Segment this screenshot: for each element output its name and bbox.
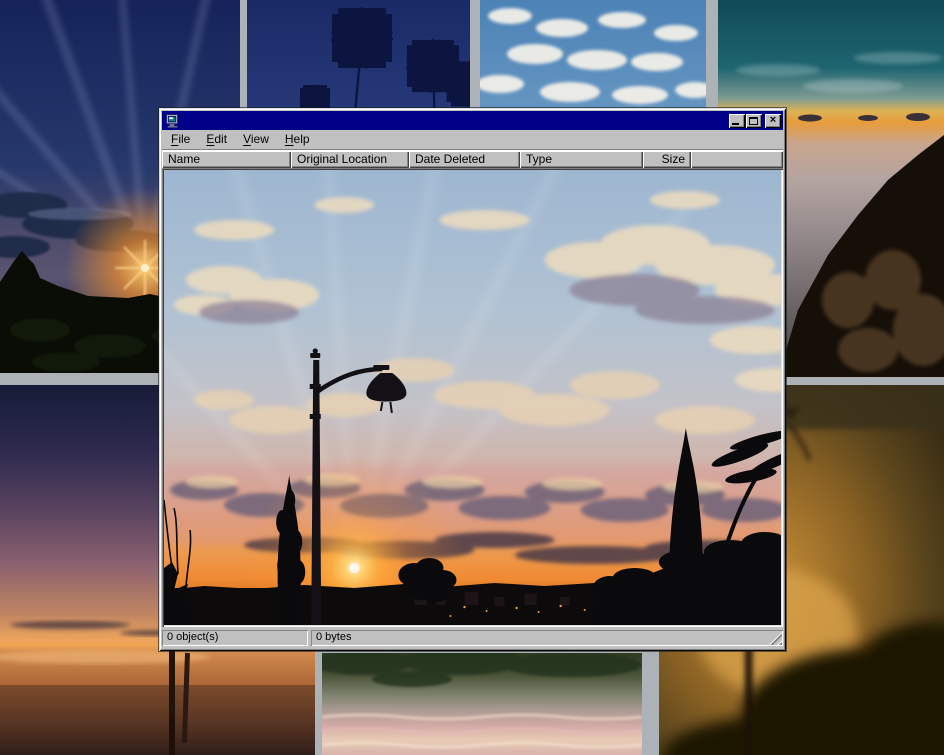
column-headers: Name Original Location Date Deleted Type… — [162, 151, 783, 168]
file-list-area[interactable] — [162, 168, 783, 627]
column-header-size[interactable]: Size — [643, 151, 691, 168]
status-bar: 0 object(s) 0 bytes — [162, 627, 783, 647]
status-byte-count: 0 bytes — [311, 630, 783, 646]
sunset-lamp-photo — [164, 170, 781, 625]
water-shadow — [0, 685, 315, 755]
status-object-count: 0 object(s) — [162, 630, 308, 646]
reflection-photo-art — [322, 653, 642, 755]
menu-bar: File Edit View Help — [162, 130, 783, 150]
title-bar[interactable]: × — [162, 111, 783, 130]
minimize-button[interactable] — [729, 114, 745, 128]
menu-file[interactable]: File — [163, 130, 198, 149]
column-header-name[interactable]: Name — [162, 151, 291, 168]
column-header-original-location[interactable]: Original Location — [291, 151, 409, 168]
maximize-button[interactable] — [746, 114, 762, 128]
resize-grip[interactable] — [769, 632, 782, 645]
minimize-icon — [732, 123, 739, 125]
computer-icon — [165, 114, 180, 128]
column-header-type[interactable]: Type — [520, 151, 643, 168]
wallpaper-photo-water-reflection — [322, 653, 642, 755]
column-header-date-deleted[interactable]: Date Deleted — [409, 151, 520, 168]
menu-view[interactable]: View — [235, 130, 277, 149]
column-header-filler[interactable] — [691, 151, 783, 168]
menu-edit[interactable]: Edit — [198, 130, 235, 149]
sun — [141, 264, 149, 272]
sun — [349, 563, 359, 573]
desktop: × File Edit View Help Name Original Loca… — [0, 0, 944, 755]
menu-help[interactable]: Help — [277, 130, 318, 149]
water-shimmer — [0, 650, 210, 664]
close-button[interactable]: × — [765, 114, 781, 128]
maximize-icon — [749, 117, 758, 125]
close-icon: × — [770, 115, 776, 126]
recycle-bin-window: × File Edit View Help Name Original Loca… — [159, 108, 786, 651]
